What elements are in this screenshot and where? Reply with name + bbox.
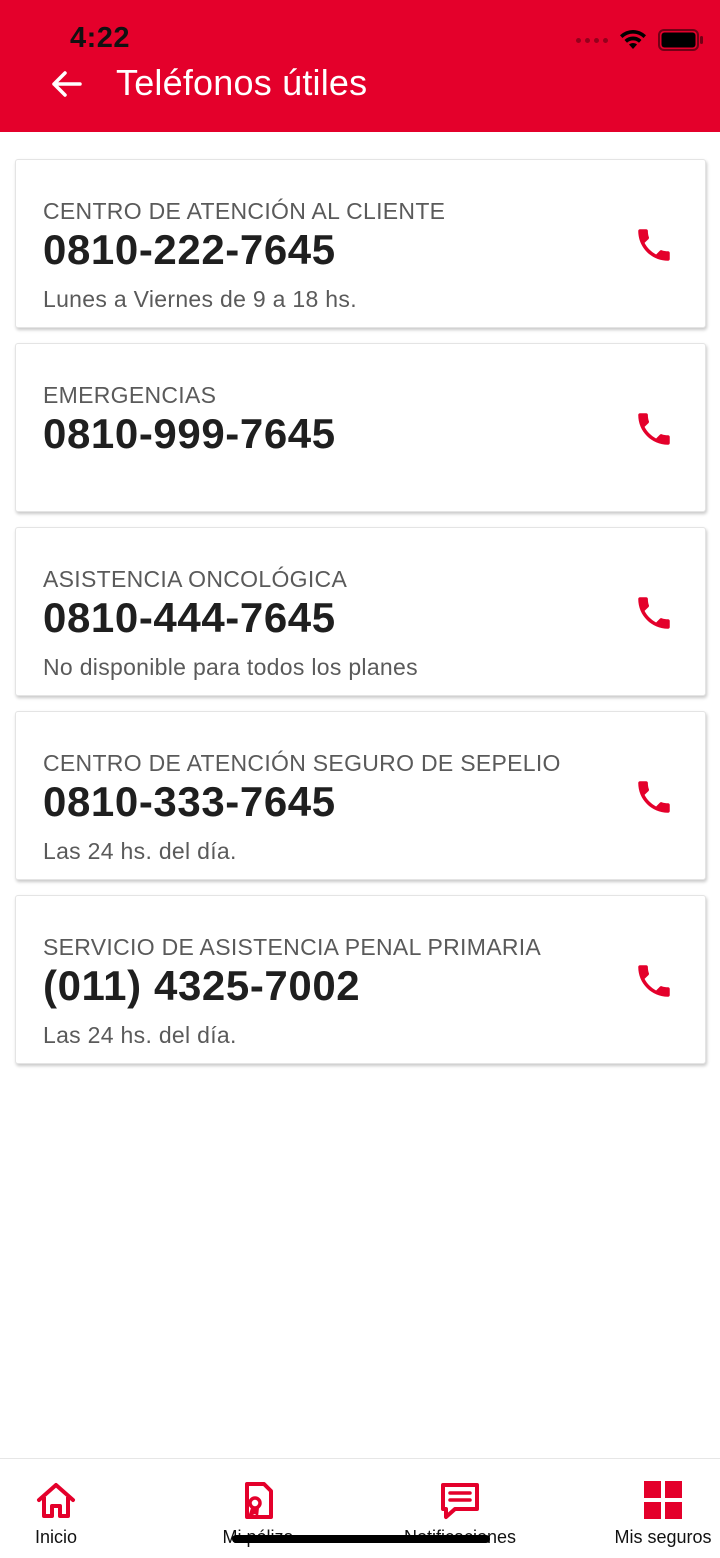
contact-number[interactable]: 0810-444-7645 (43, 594, 336, 642)
back-button[interactable] (44, 64, 88, 104)
contact-hours: No disponible para todos los planes (43, 654, 418, 680)
app-header: 4:22 Teléfonos útiles (0, 0, 720, 132)
policy-icon (245, 1482, 273, 1519)
phone-icon[interactable] (633, 960, 675, 1002)
home-indicator[interactable] (232, 1535, 490, 1543)
phone-icon[interactable] (633, 408, 675, 450)
contact-number[interactable]: (011) 4325-7002 (43, 962, 360, 1010)
contact-title: CENTRO DE ATENCIÓN AL CLIENTE (43, 198, 446, 224)
notifications-icon (441, 1483, 479, 1519)
grid-icon (644, 1481, 682, 1519)
home-icon (37, 1483, 75, 1518)
contact-card: SERVICIO DE ASISTENCIA PENAL PRIMARIA (0… (15, 895, 706, 1064)
contact-card: EMERGENCIAS 0810-999-7645 (15, 343, 706, 512)
nav-item-mis-seguros[interactable]: Mis seguros (573, 1459, 720, 1558)
contact-number[interactable]: 0810-222-7645 (43, 226, 336, 274)
contact-hours: Las 24 hs. del día. (43, 1022, 237, 1048)
page-title: Teléfonos útiles (116, 62, 368, 103)
contact-card: CENTRO DE ATENCIÓN AL CLIENTE 0810-222-7… (15, 159, 706, 328)
phone-icon[interactable] (633, 776, 675, 818)
contact-title: EMERGENCIAS (43, 382, 217, 408)
contacts-list: CENTRO DE ATENCIÓN AL CLIENTE 0810-222-7… (15, 159, 706, 1079)
contact-number[interactable]: 0810-333-7645 (43, 778, 336, 826)
nav-item-mi-poliza[interactable]: Mi póliza (168, 1459, 348, 1558)
contact-number[interactable]: 0810-999-7645 (43, 410, 336, 458)
arrow-left-icon (52, 71, 82, 97)
cellular-signal-icon (576, 37, 608, 43)
nav-label: Mis seguros (614, 1527, 712, 1547)
contact-title: ASISTENCIA ONCOLÓGICA (43, 566, 348, 592)
bottom-navigation: Inicio Mi póliza Notificaciones (0, 1458, 720, 1558)
nav-label: Inicio (34, 1527, 78, 1547)
contact-title: SERVICIO DE ASISTENCIA PENAL PRIMARIA (43, 934, 542, 960)
contact-hours: Lunes a Viernes de 9 a 18 hs. (43, 286, 357, 312)
battery-icon (658, 29, 703, 51)
status-icons (576, 26, 704, 54)
contact-card: ASISTENCIA ONCOLÓGICA 0810-444-7645 No d… (15, 527, 706, 696)
screen: 4:22 Teléfonos útiles CENTRO DE ATENCIÓN… (0, 0, 720, 1558)
status-time: 4:22 (70, 22, 131, 54)
nav-item-notificaciones[interactable]: Notificaciones (370, 1459, 550, 1558)
contact-title: CENTRO DE ATENCIÓN SEGURO DE SEPELIO (43, 750, 561, 776)
nav-item-inicio[interactable]: Inicio (0, 1459, 146, 1558)
wifi-icon (620, 29, 646, 49)
phone-icon[interactable] (633, 224, 675, 266)
contact-card: CENTRO DE ATENCIÓN SEGURO DE SEPELIO 081… (15, 711, 706, 880)
phone-icon[interactable] (633, 592, 675, 634)
contact-hours: Las 24 hs. del día. (43, 838, 237, 864)
